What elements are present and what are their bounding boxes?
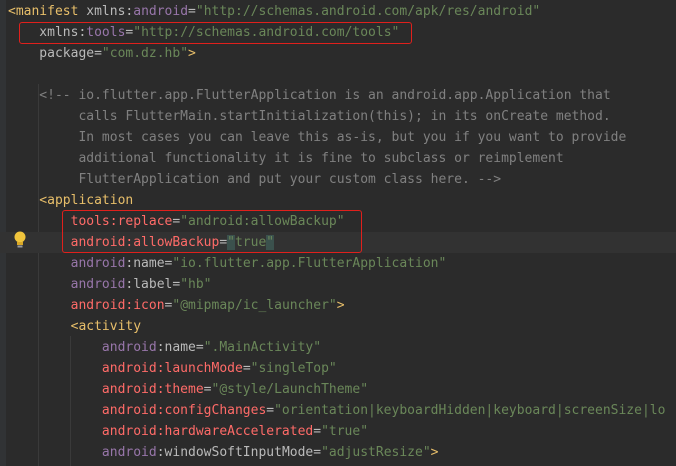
code-token: additional functionality it is fine to s… [8,151,564,166]
code-token: android [8,277,126,292]
code-token: "true" [321,424,369,439]
code-token: <application [8,193,134,208]
code-token: > [430,445,439,460]
code-token: "singleTop" [250,361,337,376]
code-line[interactable]: android:theme="@style/LaunchTheme" [0,379,676,400]
code-token: FlutterApplication and put your custom c… [8,172,502,187]
code-token: :name [125,256,165,271]
code-line[interactable]: android:windowSoftInputMode="adjustResiz… [0,442,676,463]
code-token: package [8,46,95,61]
code-line[interactable]: In most cases you can leave this as-is, … [0,127,676,148]
code-token: "io.flutter.app.FlutterApplication" [172,256,447,271]
code-token: = [94,46,102,61]
code-token: "http://schemas.android.com/apk/res/andr… [195,4,541,19]
code-token: :windowSoftInputMode [156,445,314,460]
code-token: "orientation|keyboardHidden|keyboard|scr… [274,403,666,418]
code-token: calls FlutterMain.startInitialization(th… [8,109,611,124]
code-token: <manifest [8,4,87,19]
code-token: android [133,4,189,19]
code-token: = [266,403,275,418]
annotation-box-tools-replace [62,210,362,253]
code-token: In most cases you can leave this as-is, … [8,130,627,145]
code-token: "com.dz.hb" [101,46,189,61]
code-token: android:hardwareAccelerated [8,424,314,439]
code-line[interactable]: <application [0,190,676,211]
code-line[interactable]: <activity [0,316,676,337]
code-token: <!-- io.flutter.app.FlutterApplication i… [8,88,611,103]
code-line[interactable]: package="com.dz.hb"> [0,43,676,64]
code-token: "hb" [180,277,212,292]
code-token: android:theme [8,382,204,397]
code-line[interactable]: <manifest xmlns:android="http://schemas.… [0,1,676,22]
code-token: :name [156,340,196,355]
lightbulb-icon[interactable] [12,230,28,250]
code-token: android [8,445,157,460]
code-line[interactable]: android:label="hb" [0,274,676,295]
code-token: = [242,361,251,376]
code-token: > [336,298,345,313]
code-token: android [8,340,157,355]
code-line[interactable]: <!-- io.flutter.app.FlutterApplication i… [0,85,676,106]
code-line[interactable]: android:name="io.flutter.app.FlutterAppl… [0,253,676,274]
code-line[interactable]: android:configChanges="orientation|keybo… [0,400,676,421]
code-token: > [188,46,196,61]
code-token: "@style/LaunchTheme" [211,382,369,397]
code-line[interactable]: calls FlutterMain.startInitialization(th… [0,106,676,127]
code-line[interactable] [0,64,676,85]
code-line[interactable]: FlutterApplication and put your custom c… [0,169,676,190]
code-token: <activity [8,319,142,334]
code-token: android:launchMode [8,361,243,376]
code-editor[interactable]: <manifest xmlns:android="http://schemas.… [0,0,676,466]
code-token: = [313,445,322,460]
code-line[interactable]: android:icon="@mipmap/ic_launcher"> [0,295,676,316]
code-token: android:icon [8,298,165,313]
code-token: = [313,424,322,439]
code-token: android [8,256,126,271]
annotation-box-xmlns-tools [19,22,412,44]
code-line[interactable]: android:launchMode="singleTop" [0,358,676,379]
code-token: xmlns: [86,4,134,19]
code-line[interactable]: additional functionality it is fine to s… [0,148,676,169]
code-token: "adjustResize" [321,445,431,460]
code-token: = [203,382,212,397]
code-line[interactable]: android:name=".MainActivity" [0,337,676,358]
code-token: android:configChanges [8,403,267,418]
code-token: "@mipmap/ic_launcher" [172,298,337,313]
code-token: = [195,340,204,355]
code-token: = [188,4,196,19]
code-token: ".MainActivity" [203,340,322,355]
code-token: :label [125,277,173,292]
code-line[interactable]: android:hardwareAccelerated="true" [0,421,676,442]
